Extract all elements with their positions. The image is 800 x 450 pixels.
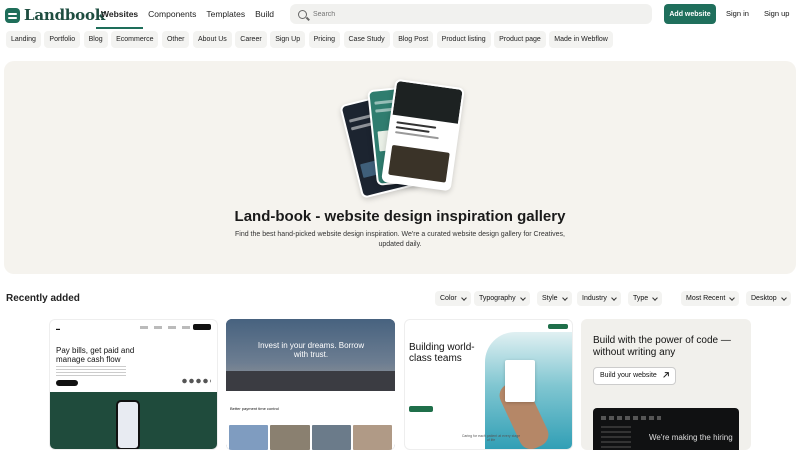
add-website-button[interactable]: Add website [664,4,716,24]
search-bar[interactable] [290,4,652,24]
promo-screenshot-text: We're making the hiring [649,433,733,442]
chip-product-page[interactable]: Product page [494,31,546,48]
chip-made-in-webflow[interactable]: Made in Webflow [549,31,613,48]
top-navigation: Landbook Websites Components Templates B… [0,0,800,29]
search-icon [298,9,307,19]
promo-button-label: Build your website [600,372,657,379]
landbook-logo[interactable]: Landbook [5,6,105,24]
chip-ecommerce[interactable]: Ecommerce [111,31,159,48]
chip-career[interactable]: Career [235,31,267,48]
chip-blog[interactable]: Blog [83,31,108,48]
promo-card: Build with the power of code — without w… [581,319,751,450]
hero-title: Land-book - website design inspiration g… [234,208,566,225]
promo-screenshot: We're making the hiring [593,408,739,450]
card-subheading: Better payment time control [230,406,279,411]
website-card[interactable]: Invest in your dreams. Borrow with trust… [226,319,395,450]
landbook-logo-icon [5,7,20,23]
sign-up-link[interactable]: Sign up [764,4,789,24]
website-card[interactable]: Building world-class teams Caring for ea… [404,319,573,450]
sign-in-link[interactable]: Sign in [726,4,749,24]
search-input[interactable] [313,10,613,18]
chip-blog-post[interactable]: Blog Post [393,31,434,48]
chip-pricing[interactable]: Pricing [308,31,340,48]
chip-portfolio[interactable]: Portfolio [44,31,81,48]
card-headline: Invest in your dreams. Borrow with trust… [257,341,365,359]
chip-product-listing[interactable]: Product listing [436,31,491,48]
chip-case-study[interactable]: Case Study [343,31,390,48]
hero-preview-card [381,78,465,192]
nav-websites[interactable]: Websites [96,0,144,29]
website-card[interactable]: ▬ Pay bills, get paid and manage cash fl… [49,319,218,450]
device-dropdown[interactable]: Desktop [746,291,791,306]
filter-typography[interactable]: Typography [474,291,530,306]
hero-subtitle: Find the best hand-picked website design… [235,231,565,248]
promo-title: Build with the power of code — without w… [593,335,731,358]
filter-color[interactable]: Color [435,291,471,306]
sort-dropdown[interactable]: Most Recent [681,291,740,306]
chip-other[interactable]: Other [161,31,190,48]
filter-type[interactable]: Type [628,291,663,306]
chip-sign-up[interactable]: Sign Up [270,31,306,48]
arrow-up-right-icon [663,372,669,378]
nav-components[interactable]: Components [143,0,201,29]
filter-style[interactable]: Style [537,291,572,306]
card-caption: Caring for each patient at every stage o… [461,434,521,442]
chip-about-us[interactable]: About Us [192,31,232,48]
phone-image [116,400,140,449]
card-headline: Building world-class teams [409,342,475,364]
page-scrollbar[interactable] [796,61,800,450]
category-chips: Landing Portfolio Blog Ecommerce Other A… [6,31,613,48]
card-thumbnail: ▬ [56,326,60,331]
nav-build[interactable]: Build [250,0,279,29]
build-website-button[interactable]: Build your website [593,367,676,385]
nav-templates[interactable]: Templates [201,0,250,29]
recently-added-title: Recently added [6,293,80,304]
hero-illustration [339,78,465,199]
card-headline: Pay bills, get paid and manage cash flow [56,346,135,364]
chip-landing[interactable]: Landing [6,31,41,48]
filter-industry[interactable]: Industry [577,291,621,306]
main-nav: Websites Components Templates Build [96,0,279,29]
brand-name: Landbook [24,6,105,24]
